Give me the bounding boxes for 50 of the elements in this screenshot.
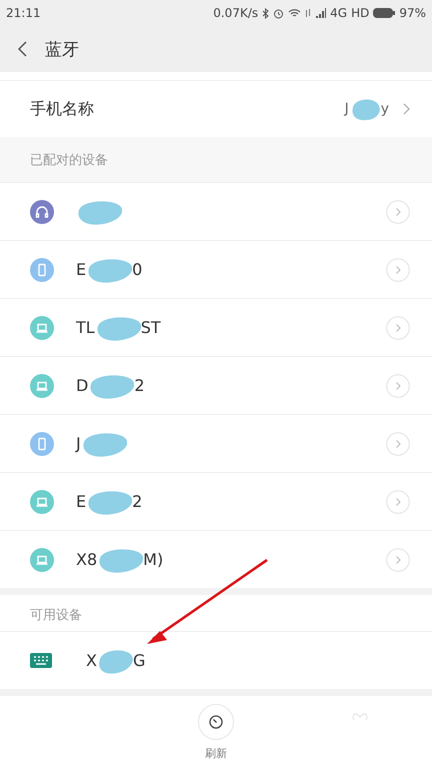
device-name: E: [76, 260, 86, 279]
device-name: X8: [76, 550, 98, 569]
phone-name-row[interactable]: 手机名称 J y: [0, 81, 432, 137]
device-name: 2: [134, 376, 145, 395]
refresh-icon: [198, 704, 234, 740]
alarm-icon: [273, 8, 284, 18]
device-row[interactable]: X G: [0, 632, 432, 689]
device-name: E: [76, 492, 86, 511]
device-name: J: [76, 434, 81, 453]
bluetooth-icon: [262, 8, 270, 18]
battery-icon: [373, 8, 396, 18]
device-name: TL: [76, 318, 95, 337]
device-row[interactable]: E 2: [0, 473, 432, 531]
device-row[interactable]: TL ST: [0, 299, 432, 357]
phone-name-label: 手机名称: [30, 98, 94, 120]
device-row[interactable]: J: [0, 415, 432, 473]
page-title: 蓝牙: [45, 38, 79, 60]
network-type: 4G: [330, 6, 348, 20]
device-row[interactable]: D 2: [0, 357, 432, 415]
device-name: X: [86, 651, 97, 670]
device-name: 2: [132, 492, 142, 511]
chevron-right-icon: [403, 103, 410, 115]
details-chevron-icon[interactable]: [386, 374, 410, 398]
details-chevron-icon[interactable]: [386, 200, 410, 224]
hd-label: HD: [351, 6, 370, 20]
device-name: ST: [140, 318, 161, 337]
data-arrows-icon: [305, 8, 312, 18]
back-icon[interactable]: [18, 41, 27, 57]
section-title: 已配对的设备: [30, 152, 108, 168]
device-row[interactable]: [0, 183, 432, 241]
details-chevron-icon[interactable]: [386, 432, 410, 456]
details-chevron-icon[interactable]: [386, 258, 410, 282]
device-name: M): [143, 550, 164, 569]
device-name: 0: [132, 260, 142, 279]
details-chevron-icon[interactable]: [386, 490, 410, 514]
battery-percent: 97%: [399, 6, 426, 20]
section-title: 可用设备: [30, 607, 82, 624]
network-speed: 0.07K/s: [213, 6, 258, 20]
phone-name-value: J: [344, 101, 349, 117]
device-row[interactable]: X8 M): [0, 531, 432, 588]
details-chevron-icon[interactable]: [386, 316, 410, 340]
device-name: G: [132, 651, 146, 670]
refresh-button[interactable]: 刷新: [198, 704, 234, 764]
signal-icon: [315, 8, 326, 18]
wifi-icon: [288, 8, 302, 18]
phone-name-value: y: [380, 101, 389, 117]
device-name: D: [76, 376, 88, 395]
device-row[interactable]: E 0: [0, 241, 432, 299]
status-time: 21:11: [6, 6, 41, 20]
details-chevron-icon[interactable]: [386, 548, 410, 572]
